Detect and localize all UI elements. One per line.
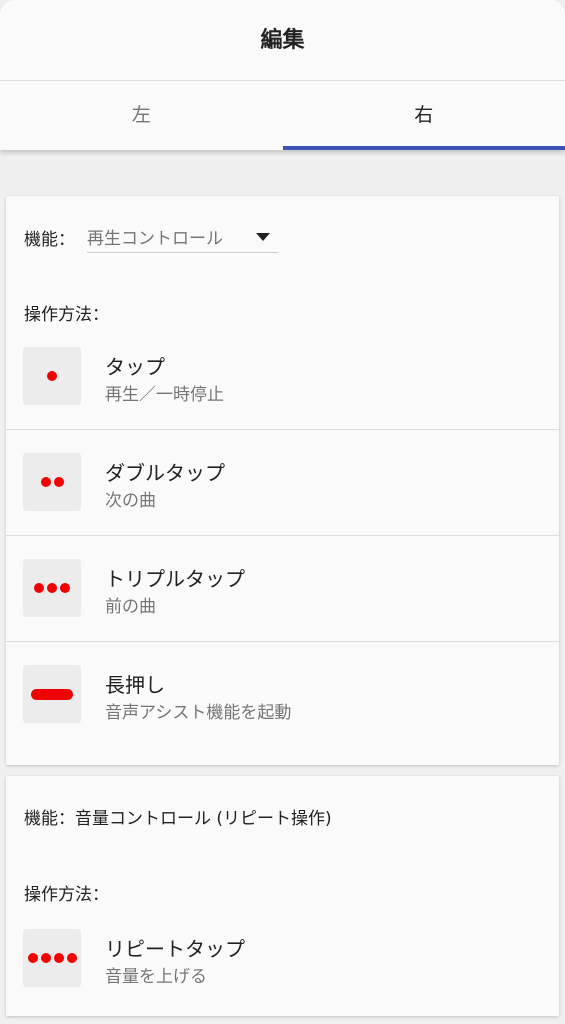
page-title: 編集 <box>0 0 565 81</box>
dot <box>66 953 77 963</box>
gesture-title: ダブルタップ <box>105 461 225 485</box>
method-label: 操作方法： <box>24 305 109 325</box>
function-text: 機能：音量コントロール (リピート操作) <box>24 809 332 829</box>
function-label: 機能： <box>24 229 75 250</box>
long-press-bar-icon <box>23 665 81 723</box>
dot <box>40 953 51 963</box>
dropdown-caret-icon <box>256 232 270 241</box>
gesture-description: 次の曲 <box>105 491 156 511</box>
gesture-row-tap: タップ 再生／一時停止 <box>6 324 559 430</box>
function-row: 機能： 再生コントロール <box>24 220 278 254</box>
function-card-volume: 機能：音量コントロール (リピート操作) 操作方法： リピートタップ 音量を上げ… <box>6 776 559 1016</box>
gesture-description: 前の曲 <box>105 597 156 617</box>
tab-bar: 左 右 <box>0 81 565 150</box>
dot <box>47 371 57 381</box>
tab-right[interactable]: 右 <box>282 81 565 150</box>
bar <box>31 688 73 700</box>
gesture-title: タップ <box>105 355 165 379</box>
quad-dot-icon <box>23 929 81 987</box>
dot <box>40 477 51 487</box>
function-card-playback: 機能： 再生コントロール 操作方法： タップ 再生／一時停止 ダブルタップ 次の… <box>6 196 559 765</box>
dot <box>53 477 64 487</box>
gesture-row-long-press: 長押し 音声アシスト機能を起動 <box>6 642 559 748</box>
dot <box>34 583 44 593</box>
gesture-row-triple-tap: トリプルタップ 前の曲 <box>6 536 559 642</box>
tab-left[interactable]: 左 <box>0 81 283 150</box>
dot <box>60 583 70 593</box>
function-dropdown[interactable]: 再生コントロール <box>87 221 278 253</box>
header: 編集 左 右 <box>0 0 565 150</box>
function-dropdown-value: 再生コントロール <box>87 229 223 249</box>
gesture-title: 長押し <box>105 673 165 697</box>
gesture-row-double-tap: ダブルタップ 次の曲 <box>6 430 559 536</box>
double-dot-icon <box>23 453 81 511</box>
dot <box>27 953 38 963</box>
gesture-description: 音量を上げる <box>105 967 207 987</box>
gesture-title: リピートタップ <box>105 937 245 961</box>
triple-dot-icon <box>23 559 81 617</box>
gesture-description: 音声アシスト機能を起動 <box>105 703 292 723</box>
single-dot-icon <box>23 347 81 405</box>
gesture-title: トリプルタップ <box>105 567 245 591</box>
gesture-row-repeat-tap: リピートタップ 音量を上げる <box>6 906 559 1012</box>
dot <box>47 583 57 593</box>
method-label: 操作方法： <box>24 885 109 905</box>
gesture-description: 再生／一時停止 <box>105 385 224 405</box>
dot <box>53 953 64 963</box>
